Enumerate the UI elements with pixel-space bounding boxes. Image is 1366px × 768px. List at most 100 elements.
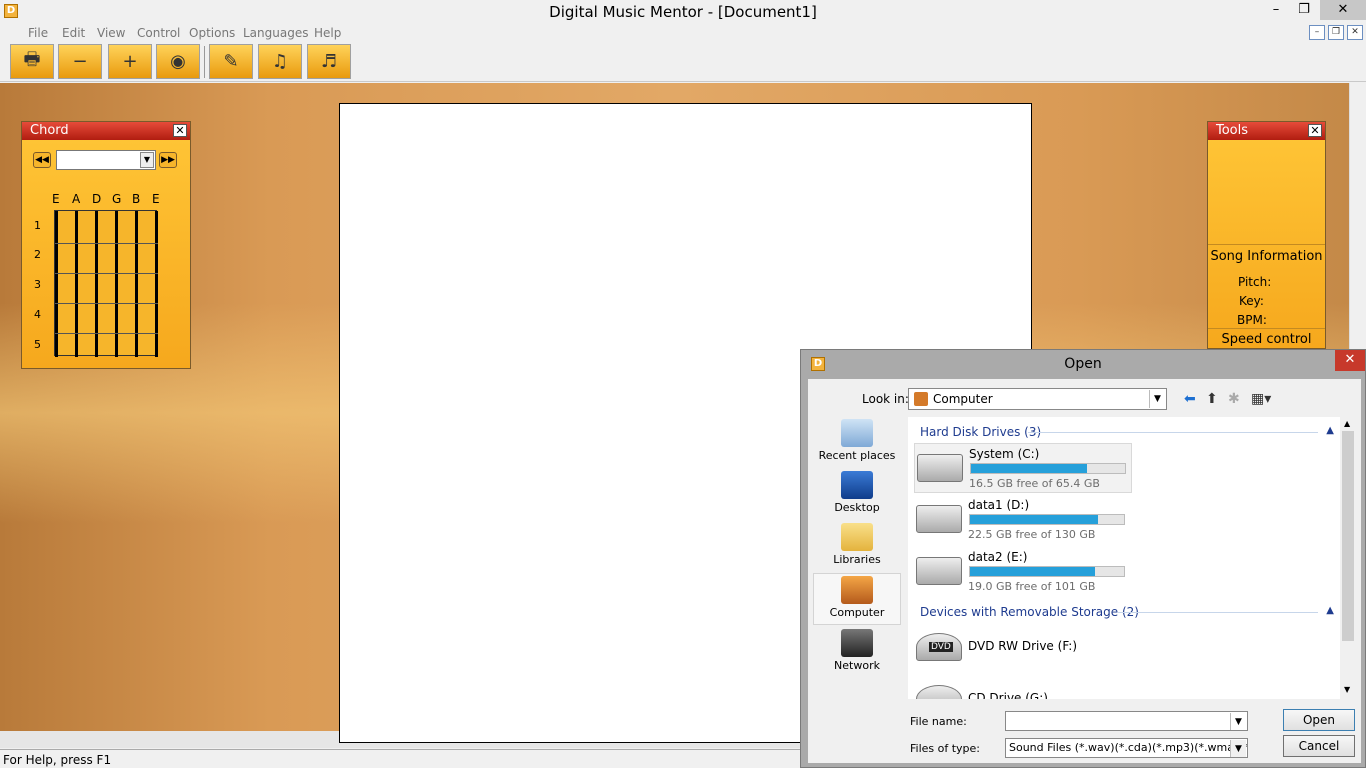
drive-item[interactable]: System (C:) 16.5 GB free of 65.4 GB xyxy=(914,443,1132,493)
fret-label: 4 xyxy=(34,308,41,321)
drive-usage-bar xyxy=(970,463,1126,474)
drive-item[interactable]: CD Drive (G:) xyxy=(914,675,1132,699)
place-label: Desktop xyxy=(834,501,880,514)
fret-line xyxy=(55,273,158,274)
next-chord-button[interactable]: ▶▶ xyxy=(159,152,177,168)
menu-options[interactable]: Options xyxy=(189,26,235,40)
title-bar: D Digital Music Mentor - [Document1] – ❐… xyxy=(0,0,1366,24)
menu-view[interactable]: View xyxy=(97,26,125,40)
view-menu-icon[interactable]: ▦▾ xyxy=(1251,391,1271,407)
chevron-down-icon[interactable]: ▼ xyxy=(1230,713,1246,730)
guitar-string xyxy=(55,211,58,357)
cancel-button[interactable]: Cancel xyxy=(1283,735,1355,757)
fret-line xyxy=(55,333,158,334)
place-computer[interactable]: Computer xyxy=(813,573,901,625)
place-network[interactable]: Network xyxy=(813,627,901,677)
drive-free-space: 19.0 GB free of 101 GB xyxy=(968,580,1096,593)
place-desktop[interactable]: Desktop xyxy=(813,469,901,519)
drive-name: System (C:) xyxy=(969,447,1040,461)
drive-item[interactable]: data1 (D:) 22.5 GB free of 130 GB xyxy=(914,495,1132,545)
place-label: Computer xyxy=(829,606,885,619)
group-header-hard-disks[interactable]: Hard Disk Drives (3) xyxy=(920,425,1041,439)
look-in-value: Computer xyxy=(933,392,993,406)
menu-control[interactable]: Control xyxy=(137,26,180,40)
guitar-string xyxy=(135,211,138,357)
new-folder-icon[interactable]: ✱ xyxy=(1228,391,1240,407)
menu-file[interactable]: File xyxy=(28,26,48,40)
pen-button[interactable]: ✎ xyxy=(209,44,253,79)
mdi-restore-button[interactable]: ❐ xyxy=(1328,25,1344,40)
string-label: A xyxy=(72,192,81,206)
bpm-label: BPM: xyxy=(1237,313,1267,327)
drive-item[interactable]: DVD DVD RW Drive (F:) xyxy=(914,623,1132,673)
chevron-down-icon[interactable]: ▼ xyxy=(140,152,154,168)
dialog-body: Look in: Computer ▼ ⬅ ⬆ ✱ ▦▾ Recent plac… xyxy=(808,379,1361,763)
chevron-down-icon[interactable]: ▼ xyxy=(1230,740,1246,757)
dialog-close-button[interactable]: ✕ xyxy=(1335,350,1365,371)
pitch-label: Pitch: xyxy=(1238,275,1272,289)
tools-panel-close-icon[interactable]: ✕ xyxy=(1308,124,1322,137)
cd-drive-icon xyxy=(916,685,962,699)
back-icon[interactable]: ⬅ xyxy=(1184,391,1196,407)
zoom-out-button[interactable]: − xyxy=(58,44,102,79)
file-type-select[interactable]: Sound Files (*.wav)(*.cda)(*.mp3)(*.wma)… xyxy=(1005,738,1248,758)
scroll-up-icon[interactable]: ▲ xyxy=(1344,419,1350,428)
toolbar-separator xyxy=(204,46,205,78)
open-button[interactable]: Open xyxy=(1283,709,1355,731)
toolbar: 🖶 − + ◉ ✎ ♫ ♬ xyxy=(0,42,1366,82)
dialog-title: Open xyxy=(1064,356,1102,372)
file-list-scrollbar[interactable]: ▲ ▼ xyxy=(1340,417,1357,699)
drive-item[interactable]: data2 (E:) 19.0 GB free of 101 GB xyxy=(914,547,1132,597)
fret-label: 3 xyxy=(34,278,41,291)
menu-help[interactable]: Help xyxy=(314,26,341,40)
string-label: E xyxy=(152,192,160,206)
collapse-icon[interactable]: ▲ xyxy=(1326,425,1334,436)
look-in-combo[interactable]: Computer ▼ xyxy=(908,388,1167,410)
chord-panel: Chord ✕ ◀◀ ▼ ▶▶ E A D G B E 1 2 3 4 5 xyxy=(21,121,191,369)
file-list[interactable]: Hard Disk Drives (3) ▲ System (C:) 16.5 … xyxy=(908,417,1340,699)
cd-button[interactable]: ◉ xyxy=(156,44,200,79)
menu-languages[interactable]: Languages xyxy=(243,26,308,40)
chord-select[interactable]: ▼ xyxy=(56,150,156,170)
drive-name: CD Drive (G:) xyxy=(968,691,1048,699)
place-recent[interactable]: Recent places xyxy=(813,417,901,467)
mdi-close-button[interactable]: ✕ xyxy=(1347,25,1363,40)
up-folder-icon[interactable]: ⬆ xyxy=(1206,391,1218,407)
chord-panel-close-icon[interactable]: ✕ xyxy=(173,124,187,137)
drive-free-space: 22.5 GB free of 130 GB xyxy=(968,528,1096,541)
fret-label: 2 xyxy=(34,248,41,261)
restore-button[interactable]: ❐ xyxy=(1290,0,1318,20)
chevron-down-icon[interactable]: ▼ xyxy=(1149,390,1165,408)
place-libraries[interactable]: Libraries xyxy=(813,521,901,571)
zoom-in-button[interactable]: + xyxy=(108,44,152,79)
place-label: Libraries xyxy=(833,553,881,566)
tools-panel: Tools ✕ Song Information Pitch: Key: BPM… xyxy=(1207,121,1326,349)
guitar-alt-button[interactable]: ♬ xyxy=(307,44,351,79)
recent-places-icon xyxy=(841,419,873,447)
menu-edit[interactable]: Edit xyxy=(62,26,85,40)
fretboard[interactable] xyxy=(54,210,158,357)
guitar-string xyxy=(155,211,158,357)
string-label: B xyxy=(132,192,141,206)
file-name-label: File name: xyxy=(910,715,967,728)
string-label: G xyxy=(112,192,122,206)
file-type-label: Files of type: xyxy=(910,742,981,755)
speed-control-title[interactable]: Speed control xyxy=(1208,328,1325,350)
print-button[interactable]: 🖶 xyxy=(10,44,54,79)
mdi-minimize-button[interactable]: – xyxy=(1309,25,1325,40)
prev-chord-button[interactable]: ◀◀ xyxy=(33,152,51,168)
guitar-button[interactable]: ♫ xyxy=(258,44,302,79)
scroll-thumb[interactable] xyxy=(1342,431,1354,641)
close-button[interactable]: ✕ xyxy=(1320,0,1366,20)
group-divider xyxy=(1118,612,1318,613)
app-window: D Digital Music Mentor - [Document1] – ❐… xyxy=(0,0,1366,768)
scroll-down-icon[interactable]: ▼ xyxy=(1344,685,1350,694)
zoom-out-icon: − xyxy=(72,51,88,72)
drive-name: DVD RW Drive (F:) xyxy=(968,639,1078,653)
collapse-icon[interactable]: ▲ xyxy=(1326,605,1334,616)
file-name-input[interactable]: ▼ xyxy=(1005,711,1248,731)
group-header-removable[interactable]: Devices with Removable Storage (2) xyxy=(920,605,1139,619)
minimize-button[interactable]: – xyxy=(1262,0,1290,20)
menu-bar: File Edit View Control Options Languages… xyxy=(0,24,1366,42)
place-label: Recent places xyxy=(818,449,896,462)
